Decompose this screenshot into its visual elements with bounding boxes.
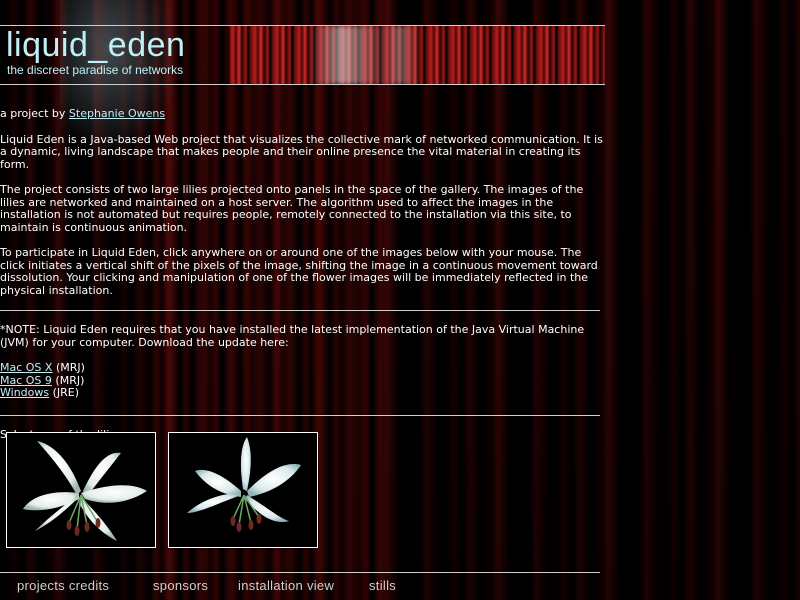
jvm-note: *NOTE: Liquid Eden requires that you hav… <box>0 323 585 349</box>
content-divider-1 <box>0 310 600 311</box>
site-title: liquid_eden <box>6 26 186 64</box>
author-link[interactable]: Stephanie Owens <box>69 107 165 120</box>
download-item-windows: Windows (JRE) <box>0 386 606 400</box>
content-divider-2 <box>0 414 600 416</box>
footer-link-projects-credits[interactable]: projects credits <box>17 578 109 593</box>
site-tagline: the discreet paradise of networks <box>7 63 184 77</box>
main-content: a project by Stephanie Owens Liquid Eden… <box>0 107 606 454</box>
installation-paragraph: The project consists of two large lilies… <box>0 183 584 234</box>
participate-paragraph: To participate in Liquid Eden, click any… <box>0 246 598 297</box>
header-rule-bottom <box>0 84 605 85</box>
download-link-macosx[interactable]: Mac OS X <box>0 361 52 374</box>
lily-2-illustration <box>169 433 317 547</box>
footer-link-sponsors[interactable]: sponsors <box>153 578 208 593</box>
download-item-macosx: Mac OS X (MRJ) <box>0 361 606 375</box>
lily-image-2[interactable] <box>168 432 318 548</box>
banner-flower-streak <box>310 26 390 84</box>
footer-rule <box>0 572 600 573</box>
download-suffix-macos9: (MRJ) <box>51 373 85 387</box>
download-link-macos9[interactable]: Mac OS 9 <box>0 374 52 387</box>
intro-paragraph: Liquid Eden is a Java-based Web project … <box>0 132 603 171</box>
project-credit-line: a project by Stephanie Owens <box>0 107 606 121</box>
footer-link-stills[interactable]: stills <box>369 578 396 593</box>
header-banner-image <box>230 26 605 84</box>
page: liquid_eden the discreet paradise of net… <box>0 0 800 600</box>
download-suffix-windows: (JRE) <box>49 386 80 399</box>
download-suffix-macosx: (MRJ) <box>52 361 85 374</box>
project-credit-prefix: a project by <box>0 107 69 120</box>
banner-flower-streak-2 <box>380 26 420 84</box>
download-link-windows[interactable]: Windows <box>0 386 49 399</box>
footer-link-installation-view[interactable]: installation view <box>238 578 334 593</box>
lily-image-1[interactable] <box>6 432 156 548</box>
download-item-macos9: Mac OS 9 (MRJ) <box>0 373 606 388</box>
lily-1-illustration <box>7 433 155 547</box>
download-list: Mac OS X (MRJ) Mac OS 9 (MRJ) Windows (J… <box>0 361 606 400</box>
